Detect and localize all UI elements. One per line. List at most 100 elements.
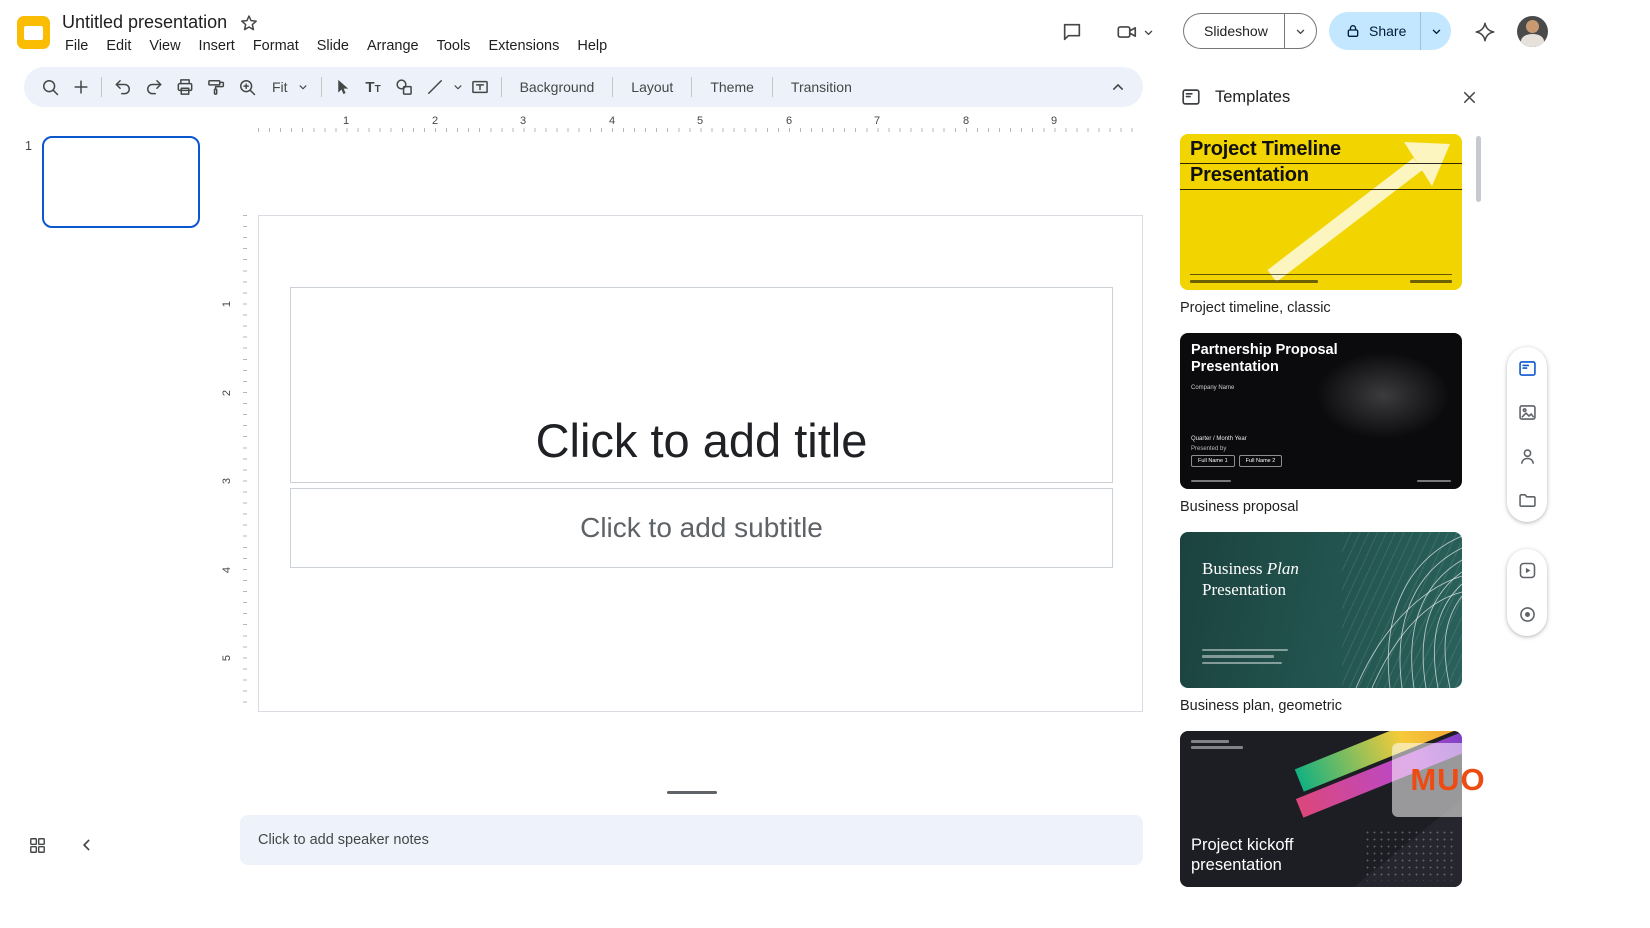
template-block: Project kickoff presentation MUO: [1180, 731, 1462, 887]
slide-canvas[interactable]: Click to add title Click to add subtitle: [258, 215, 1143, 712]
preview-title-line: Presentation: [1191, 359, 1338, 376]
menu-tools[interactable]: Tools: [428, 35, 480, 57]
zoom-select[interactable]: Fit: [262, 72, 316, 102]
ruler-number: 5: [697, 115, 703, 127]
menu-extensions[interactable]: Extensions: [479, 35, 568, 57]
toolbar-separator: [691, 77, 692, 97]
text-bar: [1417, 480, 1451, 482]
preview-quarter: Quarter / Month Year: [1191, 436, 1247, 442]
star-icon[interactable]: [239, 13, 259, 33]
panel-scrollbar-thumb[interactable]: [1476, 136, 1481, 202]
template-card-project-timeline[interactable]: Project Timeline Presentation: [1180, 134, 1462, 290]
text-bar: [1202, 655, 1274, 658]
preview-title: Partnership Proposal Presentation: [1191, 342, 1338, 375]
slide-thumbnail-1[interactable]: [42, 136, 200, 228]
templates-panel-title: Templates: [1215, 88, 1443, 107]
preview-title-line: presentation: [1191, 856, 1293, 876]
rail-image-icon[interactable]: [1517, 402, 1538, 423]
menu-help[interactable]: Help: [568, 35, 616, 57]
avatar-head: [1526, 20, 1539, 33]
toolbar-separator: [501, 77, 502, 97]
chevron-down-icon: [1141, 25, 1156, 40]
text-bar: [1202, 649, 1288, 652]
undo-button[interactable]: [107, 72, 138, 103]
select-tool-button[interactable]: [327, 72, 358, 103]
avatar-shirt: [1521, 34, 1544, 47]
document-title[interactable]: Untitled presentation: [62, 12, 227, 33]
comments-button[interactable]: [1056, 17, 1088, 47]
ruler-number: 9: [1051, 115, 1057, 127]
rail-templates-icon[interactable]: [1517, 358, 1538, 379]
shape-button[interactable]: [389, 72, 420, 103]
template-card-business-proposal[interactable]: Partnership Proposal Presentation Compan…: [1180, 333, 1462, 489]
templates-panel: Templates Project Timeline Presentation: [1164, 74, 1498, 928]
title-placeholder[interactable]: Click to add title: [290, 287, 1113, 483]
menu-format[interactable]: Format: [244, 35, 308, 57]
preview-title-line: Project kickoff: [1191, 836, 1293, 856]
chevron-down-icon: [296, 80, 310, 94]
share-label: Share: [1369, 23, 1406, 39]
notes-resize-handle[interactable]: [667, 791, 717, 794]
slideshow-options-button[interactable]: [1284, 13, 1317, 49]
redo-button[interactable]: [138, 72, 169, 103]
chevron-down-icon[interactable]: [451, 80, 465, 94]
rail-person-icon[interactable]: [1517, 446, 1538, 467]
layout-button[interactable]: Layout: [618, 72, 686, 102]
background-button[interactable]: Background: [507, 72, 608, 102]
meet-button[interactable]: [1108, 17, 1164, 47]
template-card-business-plan[interactable]: Business Plan Presentation: [1180, 532, 1462, 688]
theme-button[interactable]: Theme: [697, 72, 767, 102]
ruler-number: 2: [221, 390, 233, 396]
print-button[interactable]: [169, 72, 200, 103]
ruler-number: 1: [221, 301, 233, 307]
insert-placeholder-button[interactable]: [465, 72, 496, 103]
template-caption: Business plan, geometric: [1180, 698, 1462, 716]
zoom-button[interactable]: [231, 72, 262, 103]
account-avatar[interactable]: [1517, 16, 1548, 47]
sparkle-icon[interactable]: [1470, 17, 1500, 47]
toolbar-separator: [101, 77, 102, 97]
ruler-number: 7: [874, 115, 880, 127]
paint-format-button[interactable]: [200, 72, 231, 103]
menu-slide[interactable]: Slide: [308, 35, 358, 57]
line-tool-group: [420, 72, 465, 103]
slides-logo[interactable]: [17, 16, 50, 49]
lock-icon: [1345, 23, 1361, 39]
preview-presented-by: Presented by: [1191, 446, 1226, 452]
preview-title: Project Timeline Presentation: [1180, 138, 1462, 190]
text-bar: [1191, 740, 1229, 743]
template-block: Partnership Proposal Presentation Compan…: [1180, 333, 1462, 517]
close-icon[interactable]: [1456, 84, 1482, 110]
text-bar: [1202, 662, 1282, 665]
ruler-number: 1: [343, 115, 349, 127]
rail-play-icon[interactable]: [1517, 560, 1538, 581]
speaker-notes-input[interactable]: Click to add speaker notes: [240, 815, 1143, 865]
text-box-button[interactable]: TT: [358, 72, 389, 103]
preview-title-line: Project Timeline: [1190, 138, 1341, 160]
menu-view[interactable]: View: [140, 35, 189, 57]
slideshow-button[interactable]: Slideshow: [1183, 13, 1284, 49]
menu-file[interactable]: File: [56, 35, 97, 57]
preview-body-text: [1202, 649, 1288, 669]
rail-record-icon[interactable]: [1517, 604, 1538, 625]
share-options-button[interactable]: [1420, 12, 1451, 50]
hide-menus-button[interactable]: [1102, 72, 1133, 103]
slideshow-split-button: Slideshow: [1183, 13, 1317, 49]
chevron-down-icon: [1293, 24, 1308, 39]
collapse-filmstrip-button[interactable]: [70, 828, 104, 862]
share-button[interactable]: Share: [1329, 12, 1420, 50]
ruler-number: 8: [963, 115, 969, 127]
transition-button[interactable]: Transition: [778, 72, 865, 102]
new-slide-button[interactable]: [65, 72, 96, 103]
slide-number: 1: [25, 139, 32, 153]
menu-edit[interactable]: Edit: [97, 35, 140, 57]
line-button[interactable]: [420, 72, 451, 103]
template-block: Project Timeline Presentation Project ti…: [1180, 134, 1462, 318]
menu-search-button[interactable]: [34, 72, 65, 103]
subtitle-placeholder[interactable]: Click to add subtitle: [290, 488, 1113, 568]
grid-view-button[interactable]: [20, 828, 54, 862]
menu-insert[interactable]: Insert: [190, 35, 244, 57]
menu-arrange[interactable]: Arrange: [358, 35, 428, 57]
vertical-ruler: [233, 215, 247, 712]
rail-folder-icon[interactable]: [1517, 490, 1538, 511]
